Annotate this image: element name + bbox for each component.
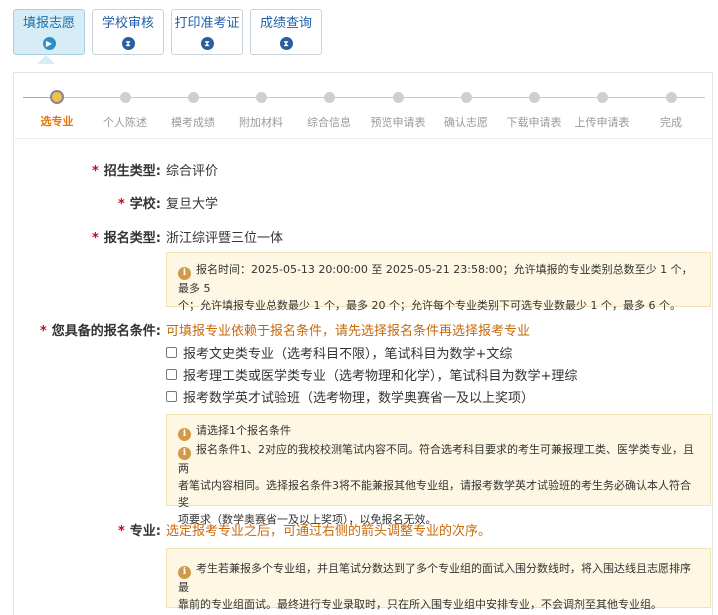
tab-fill-application[interactable]: 填报志愿 ▶ bbox=[13, 9, 85, 55]
step-label: 模考成绩 bbox=[171, 116, 215, 129]
step-dot bbox=[460, 92, 472, 103]
application-time-notice: i 报名时间：2025-05-13 20:00:00 至 2025-05-21 2… bbox=[166, 252, 711, 312]
checkbox[interactable] bbox=[166, 369, 177, 380]
step-general-info[interactable]: 综合信息 bbox=[294, 86, 364, 130]
notice-line: i 报名时间：2025-05-13 20:00:00 至 2025-05-21 2… bbox=[178, 263, 693, 295]
step-label: 确认志愿 bbox=[444, 116, 488, 129]
hourglass-icon: ⧗ bbox=[121, 37, 135, 50]
school-label: * 学校: bbox=[117, 197, 161, 212]
condition-option-1[interactable]: 报考文史类专业（选考科目不限），笔试科目为数学+文综 bbox=[166, 343, 512, 362]
notice-line: 个；允许填报专业总数最少 1 个，最多 20 个；允许每个专业类别下可选专业数最… bbox=[178, 299, 681, 312]
info-icon: i bbox=[178, 566, 191, 579]
apply-type-label: * 报名类型: bbox=[91, 231, 161, 246]
step-dot bbox=[665, 92, 677, 103]
recruit-type-value: 综合评价 bbox=[166, 164, 219, 179]
tab-score-query[interactable]: 成绩查询 ⧗ bbox=[250, 9, 322, 55]
conditions-notice: i 请选择1个报名条件 i 报名条件1、2对应的我校校测笔试内容不同。符合选考科目要… bbox=[166, 414, 711, 526]
step-download-form[interactable]: 下载申请表 bbox=[499, 86, 569, 130]
notice-line: i 报名条件1、2对应的我校校测笔试内容不同。符合选考科目要求的考生可兼报理工类、… bbox=[178, 443, 694, 475]
info-icon: i bbox=[178, 267, 191, 280]
step-upload-form[interactable]: 上传申请表 bbox=[567, 86, 637, 130]
step-dot bbox=[323, 92, 335, 103]
option-label: 报考数学英才试验班（选考物理，数学奥赛省一及以上奖项） bbox=[183, 391, 535, 406]
tab-school-review[interactable]: 学校审核 ⧗ bbox=[92, 9, 164, 55]
step-label: 上传申请表 bbox=[574, 116, 630, 129]
step-label: 附加材料 bbox=[239, 116, 283, 129]
notice-line: 靠前的专业组面试。最终进行专业录取时，只在所入围专业组中安排专业，不会调剂至其他… bbox=[178, 598, 662, 611]
major-label: * 专业: bbox=[117, 524, 161, 539]
tab-label: 成绩查询 bbox=[259, 16, 312, 31]
step-label: 综合信息 bbox=[307, 116, 351, 129]
play-circle-icon: ▶ bbox=[42, 37, 56, 50]
step-dot bbox=[392, 92, 404, 103]
tab-print-admission[interactable]: 打印准考证 ⧗ bbox=[171, 9, 243, 55]
major-hint: 选定报考专业之后，可通过右侧的箭头调整专业的次序。 bbox=[166, 524, 492, 539]
step-complete[interactable]: 完成 bbox=[636, 86, 706, 130]
option-label: 报考文史类专业（选考科目不限），笔试科目为数学+文综 bbox=[183, 347, 513, 362]
step-confirm-choices[interactable]: 确认志愿 bbox=[431, 86, 501, 130]
tab-label: 学校审核 bbox=[101, 16, 154, 31]
major-notice: i 考生若兼报多个专业组，并且笔试分数达到了多个专业组的面试入围分数线时，将入围达… bbox=[166, 548, 711, 611]
step-choose-major[interactable]: 选专业 bbox=[22, 86, 92, 129]
tab-label: 打印准考证 bbox=[174, 16, 240, 31]
step-additional-materials[interactable]: 附加材料 bbox=[226, 86, 296, 130]
divider bbox=[13, 138, 713, 139]
condition-option-3[interactable]: 报考数学英才试验班（选考物理，数学奥赛省一及以上奖项） bbox=[166, 387, 534, 406]
info-icon: i bbox=[178, 428, 191, 441]
step-mock-scores[interactable]: 模考成绩 bbox=[158, 86, 228, 130]
step-dot-active bbox=[50, 90, 64, 104]
progress-stepper: 选专业 个人陈述 模考成绩 附加材料 综合信息 预览申请表 确认志愿 下载申请表… bbox=[13, 86, 713, 136]
hourglass-icon: ⧗ bbox=[200, 37, 214, 50]
apply-type-value: 浙江综评暨三位一体 bbox=[166, 231, 284, 246]
step-personal-statement[interactable]: 个人陈述 bbox=[90, 86, 160, 130]
notice-line: i 考生若兼报多个专业组，并且笔试分数达到了多个专业组的面试入围分数线时，将入围达… bbox=[178, 562, 691, 594]
top-tabs: 填报志愿 ▶ 学校审核 ⧗ 打印准考证 ⧗ 成绩查询 ⧗ bbox=[13, 9, 322, 55]
notice-line: 者笔试内容相同。选择报名条件3将不能兼报其他专业组，请报考数学英才试验班的考生务… bbox=[178, 479, 691, 509]
checkbox[interactable] bbox=[166, 391, 177, 402]
conditions-label: * 您具备的报名条件: bbox=[39, 324, 161, 339]
info-icon: i bbox=[178, 447, 191, 460]
step-preview-form[interactable]: 预览申请表 bbox=[363, 86, 433, 130]
step-dot bbox=[596, 92, 608, 103]
notice-line: i 请选择1个报名条件 bbox=[178, 422, 700, 441]
tab-label: 填报志愿 bbox=[22, 16, 75, 31]
step-dot bbox=[255, 92, 267, 103]
active-tab-pointer bbox=[37, 55, 55, 64]
condition-option-2[interactable]: 报考理工类或医学类专业（选考物理和化学），笔试科目为数学+理综 bbox=[166, 365, 577, 384]
conditions-hint: 可填报专业依赖于报名条件，请先选择报名条件再选择报考专业 bbox=[166, 324, 531, 339]
step-label: 选专业 bbox=[40, 115, 74, 128]
step-dot bbox=[528, 92, 540, 103]
recruit-type-label: * 招生类型: bbox=[91, 164, 161, 179]
step-label: 预览申请表 bbox=[370, 116, 426, 129]
step-label: 个人陈述 bbox=[103, 116, 147, 129]
hourglass-icon: ⧗ bbox=[279, 37, 293, 50]
step-label: 完成 bbox=[660, 116, 682, 129]
step-label: 下载申请表 bbox=[506, 116, 562, 129]
checkbox[interactable] bbox=[166, 347, 177, 358]
school-value: 复旦大学 bbox=[166, 197, 219, 212]
step-dot bbox=[187, 92, 199, 103]
option-label: 报考理工类或医学类专业（选考物理和化学），笔试科目为数学+理综 bbox=[183, 369, 578, 384]
step-dot bbox=[119, 92, 131, 103]
